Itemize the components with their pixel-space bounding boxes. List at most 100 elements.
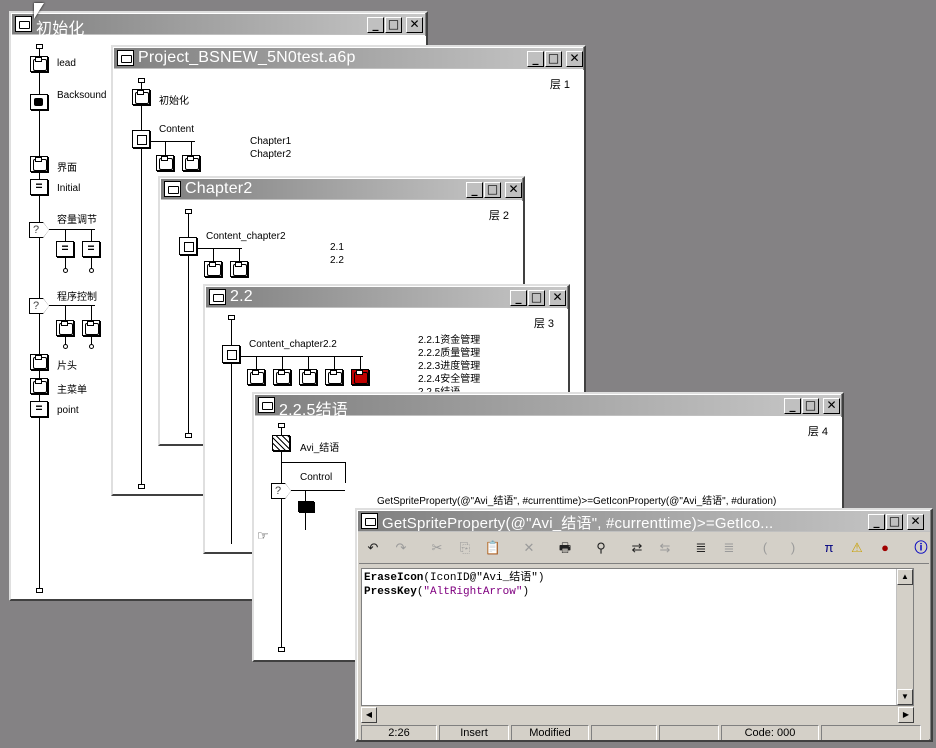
level-indicator: 层 4 bbox=[807, 426, 828, 438]
find-icon[interactable]: ⚲ bbox=[589, 537, 613, 559]
scroll-down-icon[interactable]: ▼ bbox=[897, 689, 913, 705]
indent-icon[interactable]: ⇄ bbox=[625, 537, 649, 559]
item-content-chapter22: Content_chapter2.2 bbox=[249, 339, 337, 350]
map-icon-selected[interactable] bbox=[351, 369, 369, 385]
delete-icon[interactable]: ✕ bbox=[517, 537, 541, 559]
framework-icon[interactable] bbox=[179, 237, 197, 255]
comment-icon[interactable]: ≣ bbox=[689, 537, 713, 559]
status-position: 2:26 bbox=[361, 725, 437, 740]
map-icon[interactable] bbox=[82, 320, 100, 336]
maximize-button[interactable]: □ bbox=[528, 290, 545, 306]
code-args-1: (IconID@"Avi_结语") bbox=[423, 572, 545, 584]
close-button[interactable]: ✕ bbox=[549, 290, 566, 306]
section22-title: 2.2 bbox=[230, 288, 253, 305]
script-title: GetSpriteProperty(@"Avi_结语", #currenttim… bbox=[382, 515, 774, 532]
info-icon[interactable]: ⓘ bbox=[909, 537, 931, 559]
copy-icon[interactable]: ⎘ bbox=[453, 537, 477, 559]
chapter2-title: Chapter2 bbox=[185, 180, 253, 197]
calc-icon[interactable] bbox=[30, 401, 48, 417]
minimize-button[interactable]: _ bbox=[510, 290, 527, 306]
horizontal-scrollbar[interactable]: ◀ ▶ bbox=[361, 707, 914, 723]
vertical-scrollbar[interactable]: ▲ ▼ bbox=[896, 569, 913, 705]
decision-icon[interactable] bbox=[29, 298, 49, 314]
redo-icon[interactable]: ↷ bbox=[389, 537, 413, 559]
calc-icon[interactable] bbox=[56, 241, 74, 257]
scroll-up-icon[interactable]: ▲ bbox=[897, 569, 913, 585]
label-interface: 界面 bbox=[57, 163, 77, 174]
scroll-left-icon[interactable]: ◀ bbox=[361, 707, 377, 723]
map-icon[interactable] bbox=[230, 261, 248, 277]
close-button[interactable]: ✕ bbox=[823, 398, 840, 414]
project-titlebar[interactable]: Project_BSNEW_5N0test.a6p _ □ ✕ bbox=[114, 48, 583, 69]
erase-icon[interactable] bbox=[272, 435, 290, 451]
framework-icon[interactable] bbox=[132, 130, 150, 148]
outdent-icon[interactable]: ⇆ bbox=[653, 537, 677, 559]
calc-icon[interactable] bbox=[298, 501, 314, 515]
paren-open-icon[interactable]: ( bbox=[753, 537, 777, 559]
map-icon[interactable] bbox=[30, 56, 48, 72]
code-area[interactable]: EraseIcon(IconID@"Avi_结语") PressKey("Alt… bbox=[364, 571, 544, 599]
maximize-button[interactable]: □ bbox=[802, 398, 819, 414]
framework-icon[interactable] bbox=[222, 345, 240, 363]
item-init: 初始化 bbox=[159, 96, 189, 107]
flowline-icon bbox=[164, 181, 181, 197]
map-icon[interactable] bbox=[56, 320, 74, 336]
script-editor[interactable]: EraseIcon(IconID@"Avi_结语") PressKey("Alt… bbox=[361, 568, 914, 706]
item-chapter1: Chapter1 bbox=[250, 136, 292, 147]
status-code: Code: 000 bbox=[721, 725, 819, 740]
script-titlebar[interactable]: GetSpriteProperty(@"Avi_结语", #currenttim… bbox=[358, 511, 930, 532]
item-control: Control bbox=[300, 472, 333, 483]
map-icon[interactable] bbox=[182, 155, 200, 171]
warning-icon[interactable]: ⚠ bbox=[845, 537, 869, 559]
maximize-button[interactable]: □ bbox=[484, 182, 501, 198]
undo-icon[interactable]: ↶ bbox=[361, 537, 385, 559]
map-icon[interactable] bbox=[156, 155, 174, 171]
calc-icon[interactable] bbox=[30, 179, 48, 195]
minimize-button[interactable]: _ bbox=[527, 51, 544, 67]
label-backsound: Backsound bbox=[57, 90, 107, 101]
decision-icon[interactable] bbox=[29, 222, 49, 238]
script-window[interactable]: GetSpriteProperty(@"Avi_结语", #currenttim… bbox=[355, 508, 933, 742]
chapter2-titlebar[interactable]: Chapter2 _ □ ✕ bbox=[161, 179, 522, 200]
flowline bbox=[281, 428, 282, 648]
print-icon[interactable]: 🖶 bbox=[553, 537, 577, 559]
minimize-button[interactable]: _ bbox=[784, 398, 801, 414]
map-icon[interactable] bbox=[273, 369, 291, 385]
minimize-button[interactable]: _ bbox=[868, 514, 885, 530]
map-icon[interactable] bbox=[132, 89, 150, 105]
section22-titlebar[interactable]: 2.2 _ □ ✕ bbox=[206, 287, 567, 308]
map-icon[interactable] bbox=[299, 369, 317, 385]
cut-icon[interactable]: ✂ bbox=[425, 537, 449, 559]
section225-titlebar[interactable]: 2.2.5结语 _ □ ✕ bbox=[255, 395, 841, 419]
minimize-button[interactable]: _ bbox=[367, 17, 384, 33]
map-icon[interactable] bbox=[204, 261, 222, 277]
status-empty-1 bbox=[591, 725, 657, 740]
pi-icon[interactable]: π bbox=[817, 537, 841, 559]
maximize-button[interactable]: □ bbox=[545, 51, 562, 67]
maximize-button[interactable]: □ bbox=[385, 17, 402, 33]
decision-icon[interactable] bbox=[271, 483, 291, 499]
sound-icon[interactable] bbox=[30, 94, 48, 110]
init-titlebar[interactable]: 初始化 _ □ ✕ bbox=[12, 14, 425, 38]
close-button[interactable]: ✕ bbox=[505, 182, 522, 198]
calc-icon[interactable] bbox=[82, 241, 100, 257]
map-icon[interactable] bbox=[30, 156, 48, 172]
flowline bbox=[39, 49, 40, 590]
map-icon[interactable] bbox=[30, 378, 48, 394]
map-icon[interactable] bbox=[30, 354, 48, 370]
label-initial: Initial bbox=[57, 183, 81, 194]
close-button[interactable]: ✕ bbox=[907, 514, 924, 530]
item-content-chapter2: Content_chapter2 bbox=[206, 231, 286, 242]
paren-close-icon[interactable]: ) bbox=[781, 537, 805, 559]
maximize-button[interactable]: □ bbox=[886, 514, 903, 530]
map-icon[interactable] bbox=[325, 369, 343, 385]
map-icon[interactable] bbox=[247, 369, 265, 385]
paste-icon[interactable]: 📋 bbox=[481, 537, 505, 559]
minimize-button[interactable]: _ bbox=[466, 182, 483, 198]
record-icon[interactable]: ● bbox=[873, 537, 897, 559]
uncomment-icon[interactable]: ≣ bbox=[717, 537, 741, 559]
scroll-right-icon[interactable]: ▶ bbox=[898, 707, 914, 723]
code-func-2: PressKey bbox=[364, 586, 417, 598]
close-button[interactable]: ✕ bbox=[566, 51, 583, 67]
close-button[interactable]: ✕ bbox=[406, 17, 423, 33]
